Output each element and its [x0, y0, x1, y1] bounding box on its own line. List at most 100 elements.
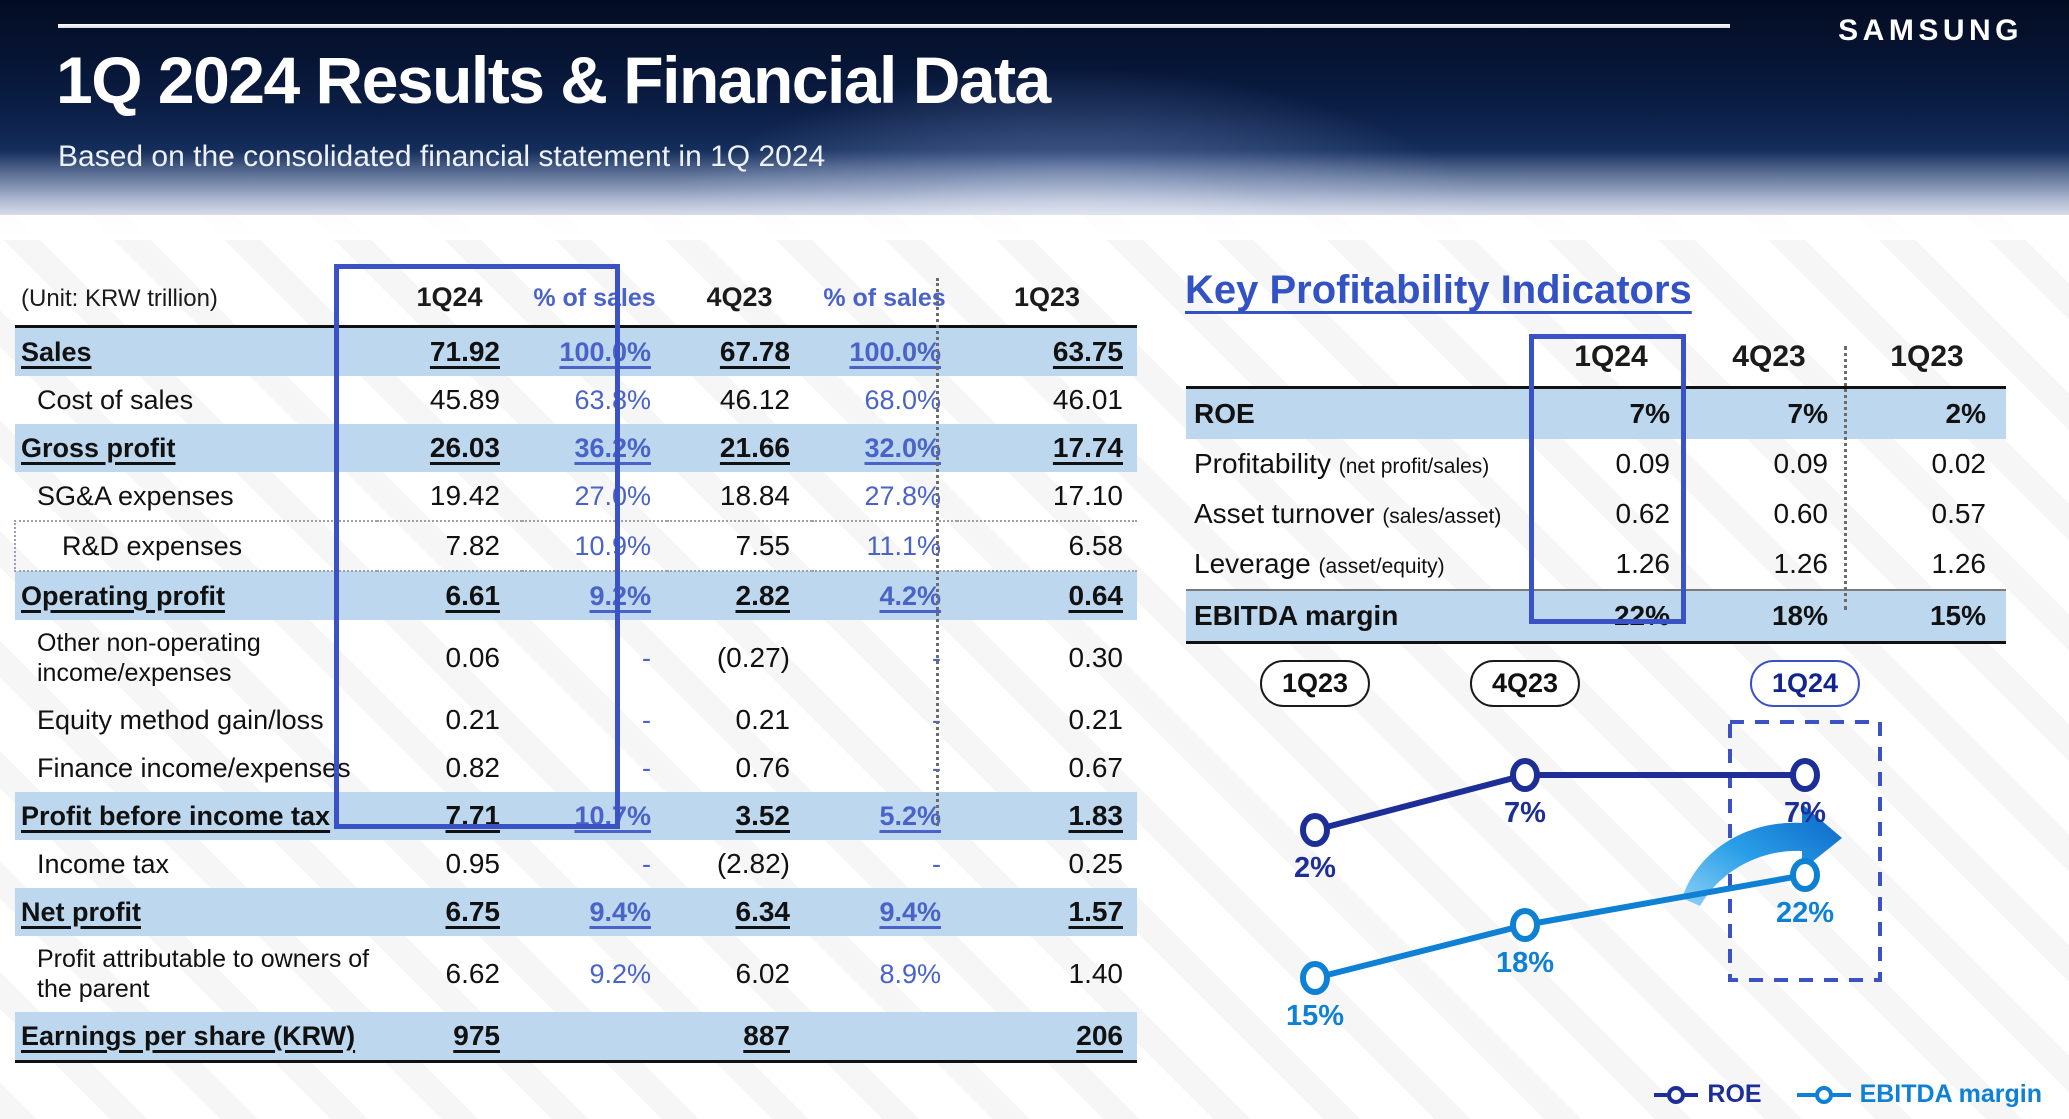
row-label: Operating profit — [15, 571, 377, 620]
table-header-row: (Unit: KRW trillion) 1Q24 % of sales 4Q23 % … — [15, 272, 1137, 327]
chart-legend: ROE EBITDA margin — [1653, 1080, 2042, 1109]
cell-4q23-pct: 4.2% — [812, 571, 957, 620]
cell-1q23-value: 17.10 — [1052, 480, 1123, 511]
cell-4q23-value: 0.76 — [735, 752, 791, 783]
row-label: Gross profit — [15, 424, 377, 472]
ebitda-label-1q24: 22% — [1775, 897, 1835, 929]
page-title: 1Q 2024 Results & Financial Data — [56, 43, 1051, 117]
kpi-cell-1: 0.60 — [1773, 498, 1829, 529]
kpi-cell-2: 0.57 — [1931, 498, 1987, 529]
cell-1q24-value: 71.92 — [377, 326, 522, 376]
period-pill-1q24[interactable]: 1Q24 — [1749, 660, 1861, 707]
kpi-cell-1: 1.26 — [1773, 548, 1829, 579]
chart-canvas — [1300, 720, 1882, 995]
cell-4q23-pct: 68.0% — [864, 384, 941, 415]
ebitda-point — [1790, 858, 1820, 892]
cell-1q24-value: 7.71 — [377, 792, 522, 840]
cell-1q24-value: 0.21 — [445, 704, 501, 735]
cell-4q23-pct: 27.8% — [864, 480, 941, 511]
cell-4q23-value: 21.66 — [667, 424, 812, 472]
cell-1q24-pct: 27.0% — [574, 480, 651, 511]
table-row: Operating profit 6.61 9.2% 2.82 4.2% 0.64 — [15, 571, 1137, 620]
kpi-cell-2: 2% — [1848, 387, 2006, 439]
kpi-row-label: Asset turnover (sales/asset) — [1194, 498, 1502, 529]
legend-label-ebitda: EBITDA margin — [1859, 1080, 2042, 1108]
row-label: R&D expenses — [14, 520, 377, 572]
ebitda-segment — [1314, 922, 1526, 981]
col-header-pct-1q24: % of sales — [533, 284, 656, 312]
kpi-cell-1: 7% — [1690, 387, 1848, 439]
table-row: Other non-operating income/expenses 0.06 -… — [15, 620, 1137, 696]
kpi-col-header-0: 1Q24 — [1574, 340, 1648, 373]
legend-marker-ebitda-icon — [1796, 1085, 1851, 1104]
kpi-cell-0: 1.26 — [1615, 548, 1671, 579]
cell-1q24-pct — [522, 1012, 667, 1063]
kpi-table: 1Q24 4Q23 1Q23 ROE 7% 7% 2% Profitability (net … — [1186, 330, 2006, 644]
kpi-cell-0: 0.09 — [1615, 448, 1671, 479]
kpi-row: Profitability (net profit/sales) 0.09 0.09… — [1186, 439, 2006, 489]
cell-4q23-value: 0.21 — [735, 704, 791, 735]
cell-1q23-value: 6.58 — [957, 520, 1137, 572]
cell-1q23-value: 63.75 — [957, 326, 1137, 376]
cell-1q24-value: 19.42 — [429, 480, 500, 511]
cell-1q23-value: 0.25 — [1068, 848, 1124, 879]
roe-point — [1510, 758, 1540, 792]
cell-4q23-value: 6.02 — [735, 958, 791, 989]
col-header-1q24: 1Q24 — [416, 282, 483, 312]
cell-4q23-pct: 100.0% — [812, 326, 957, 376]
kpi-row-label: Leverage (asset/equity) — [1194, 548, 1445, 579]
cell-1q23-value: 1.83 — [957, 792, 1137, 840]
cell-1q24-pct: - — [642, 752, 651, 783]
row-label: Equity method gain/loss — [37, 704, 324, 735]
cell-4q23-value: 6.34 — [667, 888, 812, 936]
cell-1q24-pct: 9.4% — [522, 888, 667, 936]
table-row: Income tax 0.95 - (2.82) - 0.25 — [15, 840, 1137, 888]
cell-1q24-value: 6.75 — [377, 888, 522, 936]
table-row: Profit before income tax 7.71 10.7% 3.52 5.2… — [15, 792, 1137, 840]
roe-label-4q23: 7% — [1504, 797, 1546, 829]
cell-1q24-value: 0.95 — [445, 848, 501, 879]
cell-1q24-pct: 63.8% — [574, 384, 651, 415]
kpi-cell-0: 7% — [1532, 387, 1690, 439]
cell-4q23-pct: - — [932, 704, 941, 735]
kpi-corner — [1186, 330, 1532, 388]
kpi-row: ROE 7% 7% 2% — [1186, 387, 2006, 439]
profitability-trend-chart: 1Q23 4Q23 1Q24 2% 7% 7% 15% 18% 22% ROE EBITDA … — [1230, 660, 2050, 1115]
cell-1q24-value: 975 — [377, 1012, 522, 1063]
legend-item-roe: ROE — [1653, 1080, 1762, 1109]
income-statement-panel: (Unit: KRW trillion) 1Q24 % of sales 4Q23 % … — [14, 272, 1137, 1063]
ebitda-point — [1300, 961, 1330, 995]
roe-point — [1300, 813, 1330, 847]
table-row: Net profit 6.75 9.4% 6.34 9.4% 1.57 — [15, 888, 1137, 936]
cell-1q24-pct: - — [642, 704, 651, 735]
cell-1q24-pct: 10.7% — [522, 792, 667, 840]
legend-label-roe: ROE — [1707, 1080, 1762, 1108]
table-row: Cost of sales 45.89 63.8% 46.12 68.0% 46.01 — [15, 376, 1137, 424]
ebitda-label-4q23: 18% — [1495, 947, 1555, 979]
table-row: Profit attributable to owners of the par… — [15, 936, 1137, 1012]
cell-4q23-pct: - — [932, 642, 941, 673]
unit-label: (Unit: KRW trillion) — [21, 285, 218, 312]
table-row: R&D expenses 7.82 10.9% 7.55 11.1% 6.58 — [14, 520, 1137, 572]
cell-1q24-pct: 10.9% — [522, 520, 667, 572]
cell-1q24-value: 7.82 — [377, 520, 522, 572]
table-row: Sales 71.92 100.0% 67.78 100.0% 63.75 — [15, 326, 1137, 376]
kpi-panel: 1Q24 4Q23 1Q23 ROE 7% 7% 2% Profitability (net … — [1186, 330, 2006, 644]
cell-1q24-pct: 9.2% — [522, 571, 667, 620]
page-subtitle: Based on the consolidated financial stat… — [58, 140, 826, 173]
period-pill-1q23[interactable]: 1Q23 — [1259, 660, 1371, 707]
header-rule — [58, 24, 1730, 28]
table-row: Gross profit 26.03 36.2% 21.66 32.0% 17.74 — [15, 424, 1137, 472]
kpi-row-label: EBITDA margin — [1186, 589, 1532, 644]
row-label: Profit before income tax — [15, 792, 377, 840]
cell-4q23-value: 46.12 — [719, 384, 790, 415]
period-pill-4q23[interactable]: 4Q23 — [1469, 660, 1581, 707]
kpi-cell-2: 0.02 — [1931, 448, 1987, 479]
cell-1q24-pct: - — [642, 642, 651, 673]
table-row: Finance income/expenses 0.82 - 0.76 - 0.67 — [15, 744, 1137, 792]
row-label: Income tax — [37, 848, 170, 879]
row-label: Sales — [15, 326, 377, 376]
cell-1q23-value: 1.57 — [957, 888, 1137, 936]
cell-4q23-pct: 5.2% — [812, 792, 957, 840]
kpi-row-label: ROE — [1186, 387, 1532, 439]
